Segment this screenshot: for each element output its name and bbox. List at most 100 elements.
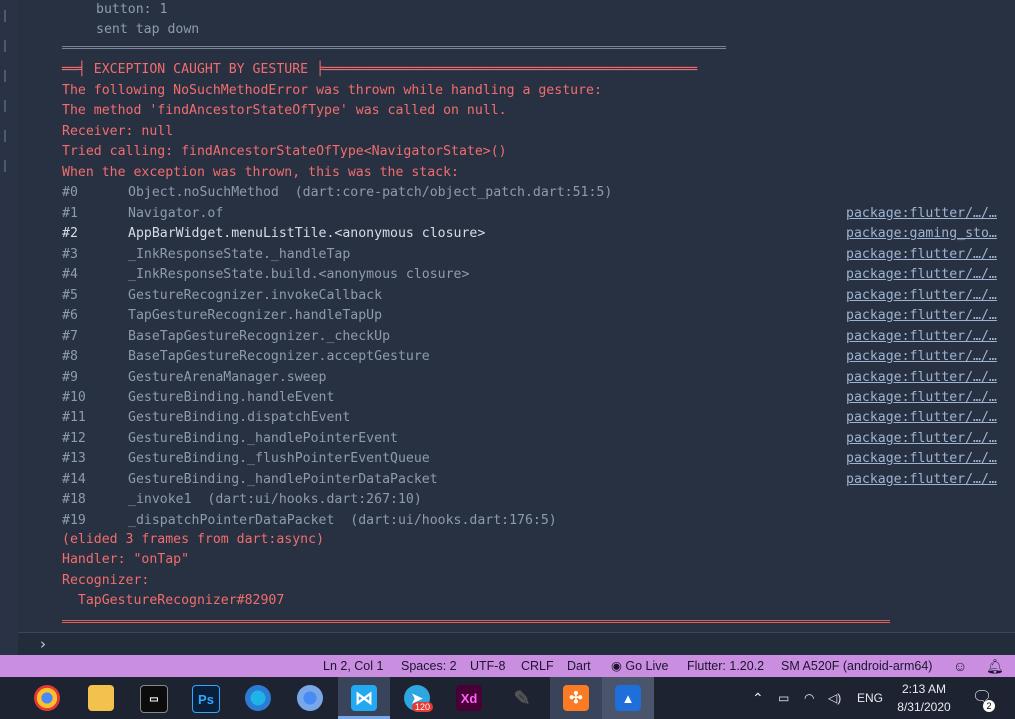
stack-frame-function: _dispatchPointerDataPacket (dart:ui/hook…: [128, 513, 557, 528]
elided-frames-note: (elided 3 frames from dart:async): [62, 532, 325, 547]
activity-bar: [0, 0, 18, 655]
error-line: Tried calling: findAncestorStateOfType<N…: [62, 144, 507, 159]
language-mode[interactable]: Dart: [567, 655, 591, 677]
separator-rule: [62, 46, 726, 49]
stack-frame-number: #19: [62, 513, 86, 528]
stack-frame-number: #2: [62, 226, 78, 241]
recognizer-value: TapGestureRecognizer#82907: [62, 593, 285, 608]
stack-frame-function: _invoke1 (dart:ui/hooks.dart:267:10): [128, 492, 422, 507]
stack-frame-function: GestureBinding._handlePointerDataPacket: [128, 472, 438, 487]
stack-frame-function: AppBarWidget.menuListTile.<anonymous clo…: [128, 226, 486, 241]
stack-frame-function: GestureBinding._handlePointerEvent: [128, 431, 398, 446]
recognizer-label: Recognizer:: [62, 573, 150, 588]
stack-frame-function: Navigator.of: [128, 206, 224, 221]
edge-icon[interactable]: [245, 685, 271, 711]
vscode-icon[interactable]: ⋈: [351, 685, 377, 711]
photoshop-icon[interactable]: Ps: [192, 685, 220, 713]
battery-icon[interactable]: ▭: [778, 677, 789, 719]
stack-frame-source-link[interactable]: package:flutter/…/…: [846, 265, 997, 285]
stack-frame-source-link[interactable]: package:flutter/…/…: [846, 449, 997, 469]
error-line: The method 'findAncestorStateOfType' was…: [62, 103, 507, 118]
stack-frame-number: #3: [62, 247, 78, 262]
stack-frame-source-link[interactable]: package:flutter/…/…: [846, 306, 997, 326]
console-input[interactable]: ›: [18, 632, 1015, 657]
stack-frame-source-link[interactable]: package:flutter/…/…: [846, 408, 997, 428]
go-live-button[interactable]: ◉ Go Live: [611, 655, 668, 677]
chevron-up-icon[interactable]: ⌃: [752, 677, 764, 719]
console-line: sent tap down: [96, 22, 200, 37]
extensions-icon[interactable]: [4, 130, 16, 142]
device-selector[interactable]: SM A520F (android-arm64): [781, 655, 932, 677]
feedback-icon[interactable]: ☺: [953, 655, 967, 677]
console-line: button: 1: [96, 2, 168, 17]
stack-frame-number: #14: [62, 472, 86, 487]
stack-frame-source-link[interactable]: package:flutter/…/…: [846, 286, 997, 306]
flutter-version[interactable]: Flutter: 1.20.2: [687, 655, 764, 677]
stack-frame-source-link[interactable]: package:flutter/…/…: [846, 388, 997, 408]
stack-frame-function: GestureRecognizer.invokeCallback: [128, 288, 383, 303]
stack-frame-source-link[interactable]: package:flutter/…/…: [846, 204, 997, 224]
stack-frame-source-link[interactable]: package:flutter/…/…: [846, 470, 997, 490]
stack-frame-function: GestureArenaManager.sweep: [128, 370, 327, 385]
stack-frame-function: GestureBinding.handleEvent: [128, 390, 335, 405]
stack-frame-number: #0: [62, 185, 78, 200]
stack-frame-number: #9: [62, 370, 78, 385]
windows-taskbar: ▭ Ps ⋈ ➤ 120 Xd ✎ ✣ ▲ ⌃ ▭ ◠ ◁) ENG 2:13 …: [0, 677, 1015, 719]
terminal-icon[interactable]: ▭: [140, 685, 168, 713]
go-live-label: Go Live: [625, 659, 669, 673]
pen-tool-icon[interactable]: ✎: [509, 685, 535, 711]
adobe-xd-icon[interactable]: Xd: [456, 685, 482, 711]
explorer-icon[interactable]: [4, 10, 16, 22]
volume-icon[interactable]: ◁): [828, 677, 841, 719]
stack-frame-number: #8: [62, 349, 78, 364]
source-control-icon[interactable]: [4, 70, 16, 82]
file-explorer-icon[interactable]: [88, 685, 114, 711]
bell-icon[interactable]: 🔔︎: [986, 655, 1004, 677]
encoding[interactable]: UTF-8: [470, 655, 505, 677]
stack-frame-function: GestureBinding.dispatchEvent: [128, 410, 351, 425]
handler-line: Handler: "onTap": [62, 552, 190, 567]
stack-frame-source-link[interactable]: package:flutter/…/…: [846, 429, 997, 449]
stack-frame-function: _InkResponseState.build.<anonymous closu…: [128, 267, 470, 282]
stack-frame-function: BaseTapGestureRecognizer.acceptGesture: [128, 349, 430, 364]
stack-frame-number: #7: [62, 329, 78, 344]
stack-frame-function: _InkResponseState._handleTap: [128, 247, 351, 262]
stack-frame-source-link[interactable]: package:flutter/…/…: [846, 245, 997, 265]
exception-header: ══╡ EXCEPTION CAUGHT BY GESTURE ╞═══════…: [62, 62, 698, 77]
stack-frame-source-link[interactable]: package:flutter/…/…: [846, 368, 997, 388]
outline-icon[interactable]: [4, 160, 16, 172]
cursor-position[interactable]: Ln 2, Col 1: [323, 655, 383, 677]
clock-time: 2:13 AM: [901, 682, 947, 696]
stack-frame-number: #4: [62, 267, 78, 282]
stack-frame-number: #6: [62, 308, 78, 323]
stack-frame-function: BaseTapGestureRecognizer._checkUp: [128, 329, 391, 344]
error-line: Receiver: null: [62, 124, 174, 139]
error-line: The following NoSuchMethodError was thro…: [62, 83, 602, 98]
stack-frame-number: #13: [62, 451, 86, 466]
prompt-chevron-icon: ›: [40, 635, 46, 653]
chrome-icon[interactable]: [34, 685, 60, 711]
input-language[interactable]: ENG: [857, 677, 883, 719]
stack-frame-number: #5: [62, 288, 78, 303]
notification-center-icon[interactable]: 🗨︎: [972, 677, 992, 719]
stack-frame-number: #1: [62, 206, 78, 221]
chrome-alt-icon[interactable]: [297, 685, 323, 711]
broadcast-icon: ◉: [611, 659, 626, 673]
wifi-icon[interactable]: ◠: [804, 677, 814, 719]
clock[interactable]: 2:13 AM 8/31/2020: [896, 680, 952, 716]
line-ending[interactable]: CRLF: [521, 655, 554, 677]
indentation[interactable]: Spaces: 2: [401, 655, 457, 677]
stack-frame-source-link[interactable]: package:flutter/…/…: [846, 347, 997, 367]
clock-date: 8/31/2020: [897, 700, 951, 714]
xampp-icon[interactable]: ✣: [563, 685, 589, 711]
debug-icon[interactable]: [4, 100, 16, 112]
stack-frame-number: #11: [62, 410, 86, 425]
stack-frame-source-link[interactable]: package:gaming_sto…: [846, 224, 997, 244]
stack-frame-source-link[interactable]: package:flutter/…/…: [846, 327, 997, 347]
search-icon[interactable]: [4, 40, 16, 52]
stack-frame-function: TapGestureRecognizer.handleTapUp: [128, 308, 383, 323]
stack-frame-number: #10: [62, 390, 86, 405]
photos-icon[interactable]: ▲: [615, 685, 641, 711]
status-bar: Ln 2, Col 1 Spaces: 2 UTF-8 CRLF Dart ◉ …: [0, 655, 1015, 677]
stack-frame-function: Object.noSuchMethod (dart:core-patch/obj…: [128, 185, 613, 200]
